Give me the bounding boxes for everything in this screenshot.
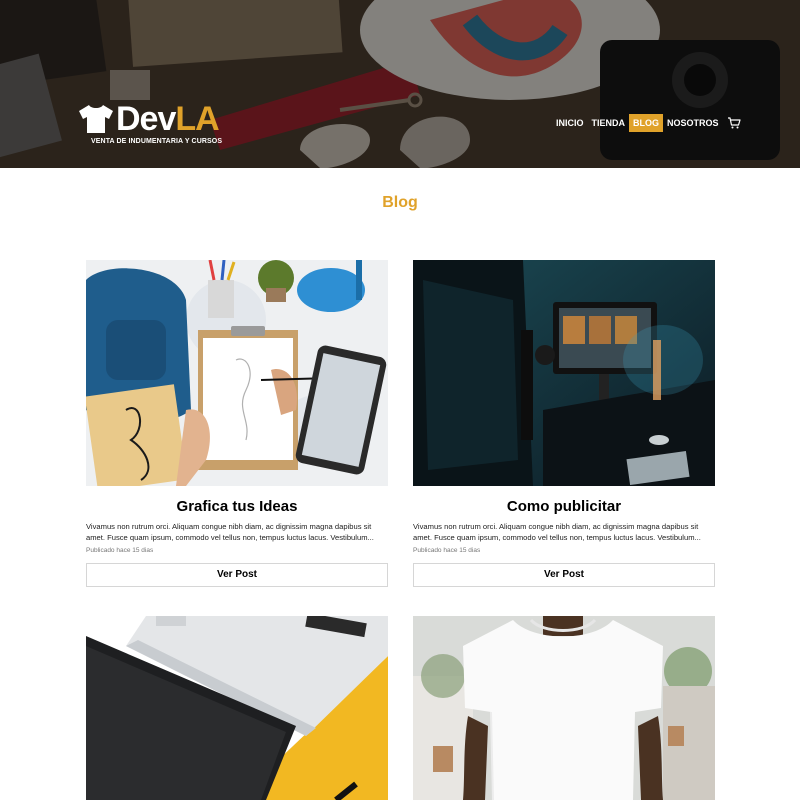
monitor-editing-photo [413,260,715,486]
post-date: Publicado hace 15 dias [86,547,154,554]
nav-item-nosotros[interactable]: NOSOTROS [663,114,723,132]
shopping-cart-icon[interactable] [727,116,741,130]
post-image-monitor[interactable] [413,260,715,486]
hero-header: Dev LA VENTA DE INDUMENTARIA Y CURSOS INI… [0,0,800,168]
brand-tagline: VENTA DE INDUMENTARIA Y CURSOS [91,138,223,145]
blog-post-card: Como publicitar Vivamus non rutrum orci.… [413,260,715,587]
main-navigation: INICIO TIENDA BLOG NOSOTROS [552,114,741,132]
tshirt-logo-icon [79,105,113,133]
drawing-desk-photo [86,260,388,486]
post-image-laptop[interactable] [86,616,388,800]
post-excerpt: Vivamus non rutrum orci. Aliquam congue … [86,522,374,542]
white-tshirt-photo [413,616,715,800]
post-excerpt: Vivamus non rutrum orci. Aliquam congue … [413,522,701,542]
ver-post-button[interactable]: Ver Post [413,563,715,587]
laptop-yellow-desk-photo [86,616,388,800]
brand-logo[interactable]: Dev LA VENTA DE INDUMENTARIA Y CURSOS [78,100,222,145]
brand-name-dev: Dev [116,100,176,138]
page-title: Blog [382,194,418,211]
blog-post-card: Grafica tus Ideas Vivamus non rutrum orc… [86,260,388,587]
post-date: Publicado hace 15 dias [413,547,481,554]
post-title[interactable]: Grafica tus Ideas [86,498,388,515]
blog-post-card [86,616,388,800]
post-image-drawing-desk[interactable] [86,260,388,486]
post-title[interactable]: Como publicitar [413,498,715,515]
blog-post-card [413,616,715,800]
nav-item-inicio[interactable]: INICIO [552,114,588,132]
nav-item-blog[interactable]: BLOG [629,114,664,132]
post-image-tshirt[interactable] [413,616,715,800]
ver-post-button[interactable]: Ver Post [86,563,388,587]
nav-item-tienda[interactable]: TIENDA [588,114,630,132]
brand-name-la: LA [175,100,219,138]
